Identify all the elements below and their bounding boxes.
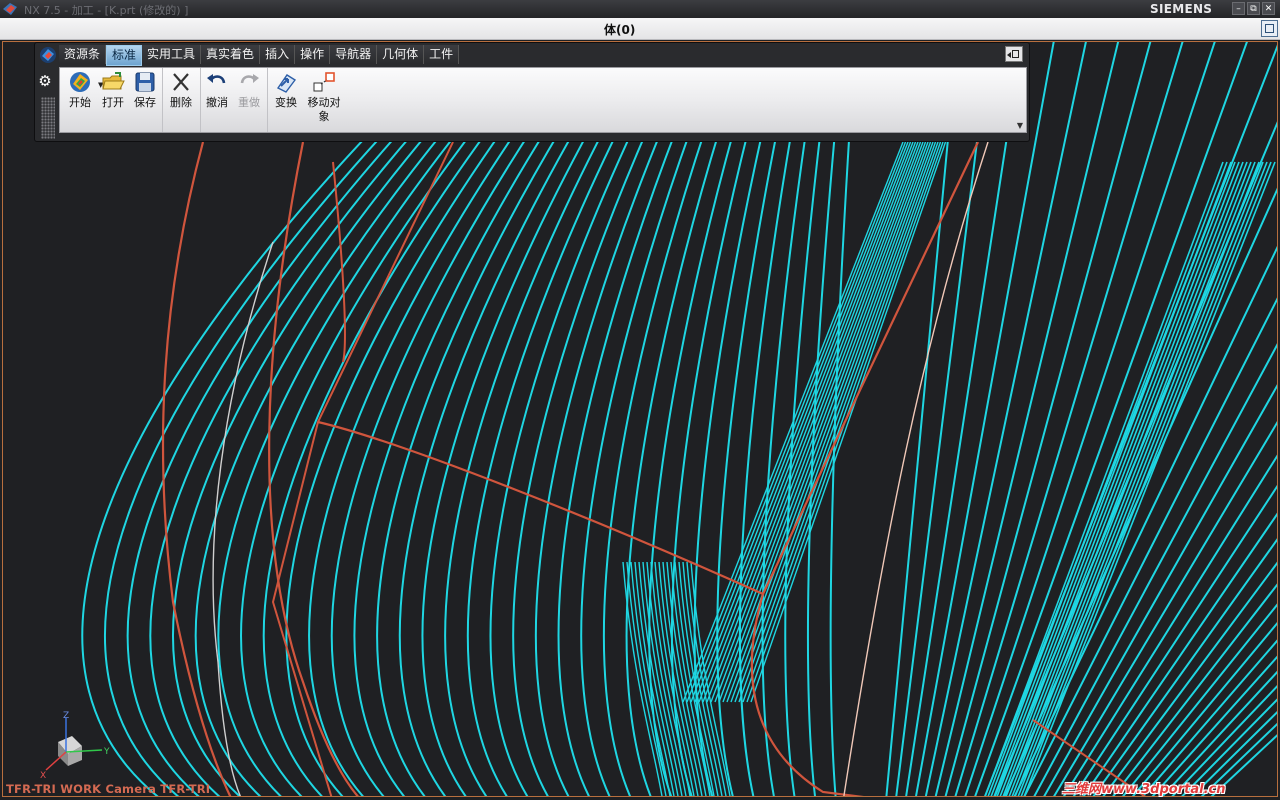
toolpath-pass <box>421 42 1277 796</box>
close-button[interactable]: ✕ <box>1262 2 1275 15</box>
ribbon-panel: 开始 ▼ 打开 保存 删除 撤消 重做 变换 移动对象 ▼ <box>59 67 1027 133</box>
toolpath-dense-pass <box>638 141 914 796</box>
minimize-button[interactable]: – <box>1232 2 1245 15</box>
view-name-label: TFR-TRI WORK Camera TFR-TRI <box>6 782 211 796</box>
window-title: NX 7.5 - 加工 - [K.prt (修改的) ] <box>24 4 189 17</box>
toolpath-dense-pass <box>634 141 912 796</box>
triad-x-label: X <box>40 771 46 780</box>
transform-label: 变换 <box>275 96 297 109</box>
toolpath-geometry <box>81 42 1277 796</box>
undo-icon <box>207 74 226 84</box>
tab-7[interactable]: 几何体 <box>377 45 425 64</box>
open-label: 打开 <box>102 96 124 109</box>
tab-6[interactable]: 导航器 <box>330 45 378 64</box>
status-bar: 体(0) <box>0 18 1280 40</box>
nx-logo-icon[interactable] <box>39 46 57 64</box>
toolpath-pass <box>466 42 1277 796</box>
save-icon <box>135 72 155 92</box>
tab-4[interactable]: 插入 <box>260 45 296 64</box>
restore-button[interactable]: ⧉ <box>1247 2 1260 15</box>
ribbon-expand-icon[interactable]: ▼ <box>1017 121 1023 130</box>
tab-8[interactable]: 工件 <box>424 45 460 64</box>
toolpath-pass <box>330 42 1277 796</box>
redo-button[interactable]: 重做 <box>234 70 264 132</box>
tab-0[interactable]: 资源条 <box>59 45 107 64</box>
triad-y-label: Y <box>103 747 110 757</box>
tab-1[interactable]: 标准 <box>106 45 143 66</box>
toolpath-dense-pass <box>654 141 924 796</box>
toolpath-edge-pass <box>1008 161 1256 796</box>
move-object-button[interactable]: 移动对象 <box>304 70 344 132</box>
triad-z-label: Z <box>63 711 69 721</box>
delete-label: 删除 <box>170 96 192 109</box>
start-label: 开始 <box>69 96 91 109</box>
toolbar-tabs: 资源条 标准 实用工具 真实着色 插入 操作 导航器 几何体 工件 <box>59 45 460 66</box>
transform-button[interactable]: 变换 <box>270 70 302 132</box>
watermark: 三维网www.3dportal.cn <box>1062 782 1226 797</box>
start-button[interactable]: 开始 ▼ <box>64 70 103 132</box>
status-text: 体(0) <box>604 23 636 37</box>
toolbar-grip[interactable] <box>41 97 55 139</box>
gear-icon[interactable]: ⚙ <box>35 71 55 91</box>
toolbar-options-icon[interactable] <box>1005 46 1023 62</box>
move-object-label: 移动对象 <box>307 96 341 123</box>
toolpath-dense-pass <box>662 141 929 796</box>
toolpath-edge-pass <box>1017 161 1268 796</box>
tab-3[interactable]: 真实着色 <box>201 45 261 64</box>
delete-button[interactable]: 删除 <box>164 70 198 132</box>
transform-icon <box>276 74 297 93</box>
toolpath-pass <box>738 42 1087 796</box>
toolpath-pass <box>81 42 1277 796</box>
open-button[interactable]: 打开 <box>98 70 128 132</box>
toolpath-pass <box>376 42 1277 796</box>
save-button[interactable]: 保存 <box>130 70 160 132</box>
delete-icon <box>173 73 189 91</box>
graphics-viewport[interactable] <box>2 41 1278 797</box>
undo-label: 撤消 <box>206 96 228 109</box>
toolpath-pass <box>240 42 1277 796</box>
boundary-curve <box>161 141 232 796</box>
tab-5[interactable]: 操作 <box>295 45 331 64</box>
tab-2[interactable]: 实用工具 <box>142 45 202 64</box>
orientation-triad: Z Y X <box>40 711 110 780</box>
nx-app-icon <box>3 3 17 15</box>
redo-icon <box>240 74 259 84</box>
title-bar: NX 7.5 - 加工 - [K.prt (修改的) ] SIEMENS – ⧉… <box>0 0 1280 18</box>
save-label: 保存 <box>134 96 156 109</box>
standard-toolbar: 资源条 标准 实用工具 真实着色 插入 操作 导航器 几何体 工件 ⚙ 开始 ▼ 打开 <box>34 42 1030 142</box>
open-folder-icon <box>102 72 125 90</box>
toolpath-edge-pass <box>1020 161 1272 796</box>
redo-label: 重做 <box>238 96 260 109</box>
reference-curve <box>212 241 274 796</box>
siemens-brand: SIEMENS <box>1150 2 1213 16</box>
toolpath-pass <box>784 42 1023 796</box>
start-icon <box>70 72 90 92</box>
full-screen-icon[interactable] <box>1261 20 1278 37</box>
move-object-icon <box>313 72 335 92</box>
undo-button[interactable]: 撤消 <box>202 70 232 132</box>
